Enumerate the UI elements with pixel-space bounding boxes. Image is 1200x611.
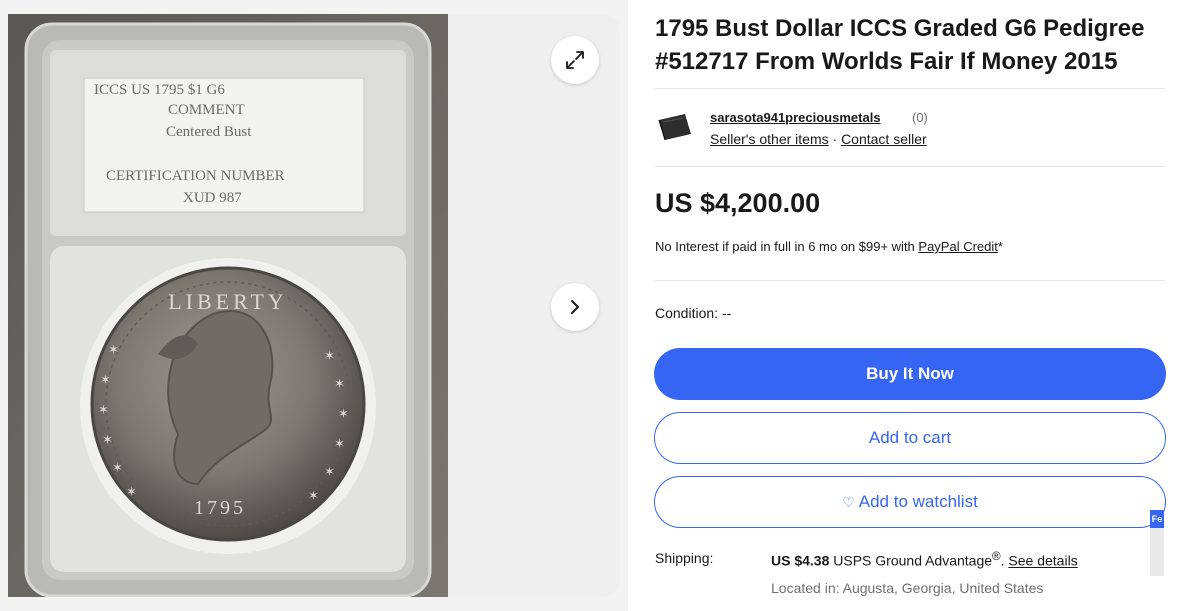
divider [655,280,1165,281]
next-image-button[interactable] [551,283,599,331]
svg-text:✶: ✶ [334,437,345,452]
slab-label-line3: Centered Bust [166,124,252,140]
financing-text: No Interest if paid in full in 6 mo on $… [655,239,1003,254]
divider [655,88,1165,89]
coin-date: 1795 [194,497,246,519]
svg-text:✶: ✶ [324,465,335,480]
slab-label-line4: CERTIFICATION NUMBER [106,168,285,184]
seller-links: Seller's other items · Contact seller [710,131,927,147]
listing-title: 1795 Bust Dollar ICCS Graded G6 Pedigree… [655,15,1145,75]
svg-text:✶: ✶ [98,403,109,418]
chevron-right-icon [571,300,579,314]
paypal-credit-link[interactable]: PayPal Credit [918,239,997,254]
seller-links-separator: · [832,131,838,147]
svg-text:✶: ✶ [102,433,113,448]
financing-copy: No Interest if paid in full in 6 mo on $… [655,239,919,254]
condition-label: Condition: [655,305,719,321]
condition: Condition: -- [655,305,731,321]
svg-text:✶: ✶ [126,485,137,500]
slab-label-line1: ICCS US 1795 $1 G6 [94,82,225,98]
feedback-tab-label: Fe [1150,510,1164,528]
shipping-service: USPS Ground Advantage [833,552,993,569]
seller-name-link[interactable]: sarasota941preciousmetals [710,110,881,125]
add-to-watchlist-label: Add to watchlist [858,492,978,511]
slab-label-line2: COMMENT [168,102,245,118]
add-to-cart-button[interactable]: Add to cart [654,412,1166,464]
coin-legend: LIBERTY [168,289,288,314]
coin-slab-image: ICCS US 1795 $1 G6 COMMENT Centered Bust… [8,14,448,597]
divider [655,166,1165,167]
seller-feedback-count: (0) [912,110,928,125]
expand-image-button[interactable] [551,36,599,84]
image-gallery: ICCS US 1795 $1 G6 COMMENT Centered Bust… [0,0,628,611]
add-to-watchlist-button[interactable]: ♡ Add to watchlist [654,476,1166,528]
svg-text:✶: ✶ [334,377,345,392]
financing-asterisk: * [997,239,1003,254]
svg-text:✶: ✶ [112,461,123,476]
feedback-tab[interactable]: Fe [1150,510,1164,576]
contact-seller-link[interactable]: Contact seller [841,131,927,147]
main-photo[interactable]: ICCS US 1795 $1 G6 COMMENT Centered Bust… [8,14,448,597]
seller-other-items-link[interactable]: Seller's other items [710,131,829,147]
buy-it-now-button[interactable]: Buy It Now [654,348,1166,400]
price: US $4,200.00 [655,188,821,218]
svg-text:✶: ✶ [108,343,119,358]
svg-text:✶: ✶ [100,373,111,388]
condition-value: -- [721,305,732,321]
seller-avatar[interactable] [655,108,695,148]
expand-icon [566,51,584,69]
see-details-link[interactable]: See details [1008,553,1077,569]
svg-text:✶: ✶ [324,349,335,364]
shipping-label: Shipping: [655,550,714,566]
heart-icon: ♡ [842,493,855,510]
svg-text:✶: ✶ [338,407,349,422]
shipping-service-mark: ® [992,550,1001,563]
shipping-amount: US $4.38 [771,552,830,569]
shipping-value: US $4.38 USPS Ground Advantage®. See det… [771,550,1078,569]
slab-label-line5: XUD 987 [183,190,242,206]
svg-text:✶: ✶ [308,489,319,504]
shipping-location: Located in: Augusta, Georgia, United Sta… [771,580,1044,596]
